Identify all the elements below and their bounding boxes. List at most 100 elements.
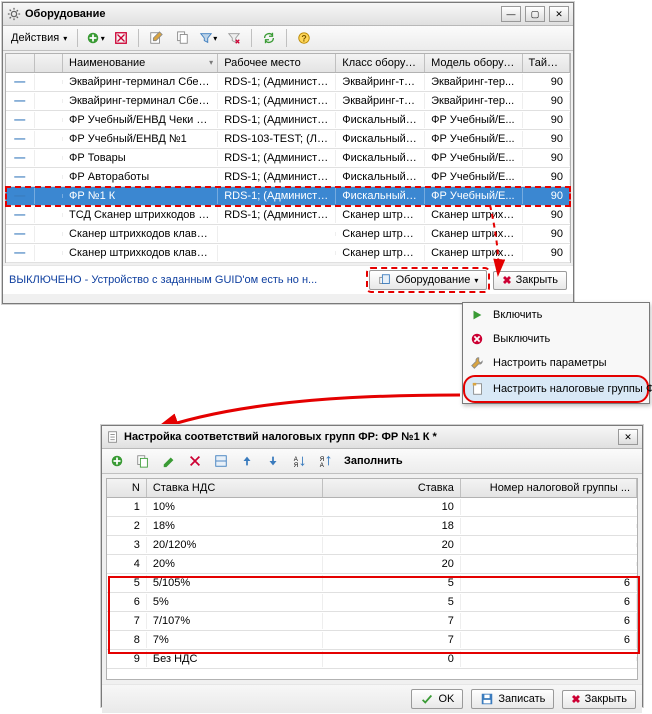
close-button[interactable]: ✕ xyxy=(549,6,569,22)
save-button[interactable]: Записать xyxy=(471,689,554,709)
cell-rate: 0 xyxy=(323,651,461,667)
doc-icon xyxy=(471,381,485,397)
cell-n: 3 xyxy=(107,537,147,553)
maximize-button[interactable]: ▢ xyxy=(525,6,545,22)
cell-timeout: 90 xyxy=(523,74,570,90)
col-nds[interactable]: Ставка НДС xyxy=(147,479,323,497)
table-row[interactable]: —ФР №1 КRDS-1; (Администрат...Фискальный… xyxy=(6,187,570,206)
table-row[interactable]: —ФР Учебный/ЕНВД №1RDS-103-TEST; (Любо..… xyxy=(6,130,570,149)
close-button[interactable]: ✕ xyxy=(618,429,638,445)
table-row[interactable]: 9Без НДС0 xyxy=(107,650,637,669)
cell-name: ФР №1 К xyxy=(63,188,218,204)
actions-menu[interactable]: Действия ▾ xyxy=(7,30,71,46)
cell-name: Эквайринг-терминал Сберба... xyxy=(63,74,218,90)
table-row[interactable]: 87%76 xyxy=(107,631,637,650)
table-row[interactable]: —Эквайринг-терминал Сберба...RDS-1; (Адм… xyxy=(6,73,570,92)
menu-item[interactable]: Включить xyxy=(463,303,649,327)
cell-n: 8 xyxy=(107,632,147,648)
cell-class: Фискальный р... xyxy=(336,188,425,204)
table-row[interactable]: 65%56 xyxy=(107,593,637,612)
cell-class: Фискальный р... xyxy=(336,150,425,166)
add-button[interactable]: ▾ xyxy=(84,27,106,49)
menu-item[interactable]: Настроить налоговые группы ФР xyxy=(463,375,649,403)
move-up-button[interactable] xyxy=(236,450,258,472)
table-row[interactable]: —ФР ТоварыRDS-1; (Администрат...Фискальн… xyxy=(6,149,570,168)
grid-header: Наименование▾ Рабочее место Класс оборуд… xyxy=(6,54,570,73)
ok-button[interactable]: OK xyxy=(411,689,463,709)
cell-rate: 10 xyxy=(323,499,461,515)
cell-place: RDS-1; (Администрат... xyxy=(218,112,336,128)
cell-model: ФР Учебный/Е... xyxy=(425,188,522,204)
menu-item[interactable]: Настроить параметры xyxy=(463,351,649,375)
footer: ВЫКЛЮЧЕНО - Устройство с заданным GUID'о… xyxy=(3,265,573,294)
help-icon[interactable]: ? xyxy=(293,27,315,49)
menu-item-label: Включить xyxy=(493,309,542,321)
col-mark[interactable] xyxy=(35,54,64,72)
col-group[interactable]: Номер налоговой группы ... xyxy=(461,479,637,497)
move-down-button[interactable] xyxy=(262,450,284,472)
col-timeout[interactable]: Тайм... xyxy=(523,54,570,72)
table-row[interactable]: 55/105%56 xyxy=(107,574,637,593)
col-rowicon[interactable] xyxy=(6,54,35,72)
close-footer-button[interactable]: ✖ Закрыть xyxy=(493,271,567,290)
equipment-button[interactable]: Оборудование ▾ xyxy=(369,270,488,290)
delete-row-button[interactable] xyxy=(184,450,206,472)
table-row[interactable]: 320/120%20 xyxy=(107,536,637,555)
copy-icon[interactable] xyxy=(171,27,193,49)
row-flag-icon xyxy=(35,156,64,160)
menu-item[interactable]: Выключить xyxy=(463,327,649,351)
cell-name: ФР Учебный/ЕНВД №1 xyxy=(63,131,218,147)
row-flag-icon xyxy=(35,194,64,198)
titlebar: Настройка соответствий налоговых групп Ф… xyxy=(102,426,642,449)
table-row[interactable]: 77/107%76 xyxy=(107,612,637,631)
svg-text:?: ? xyxy=(302,34,307,44)
minimize-button[interactable]: — xyxy=(501,6,521,22)
cell-model: ФР Учебный/Е... xyxy=(425,150,522,166)
cell-class: Сканер штрихк... xyxy=(336,207,425,223)
col-place[interactable]: Рабочее место xyxy=(218,54,336,72)
table-row[interactable]: 420%20 xyxy=(107,555,637,574)
col-class[interactable]: Класс оборудо... xyxy=(336,54,425,72)
doc-icon xyxy=(106,430,120,444)
cell-rate: 5 xyxy=(323,575,461,591)
col-name[interactable]: Наименование▾ xyxy=(63,54,218,72)
add-row-button[interactable] xyxy=(106,450,128,472)
row-marker-icon: — xyxy=(6,112,35,128)
cell-group: 6 xyxy=(461,613,637,629)
cell-model: ФР Учебный/Е... xyxy=(425,112,522,128)
cell-group xyxy=(461,505,637,509)
table-row[interactable]: —ФР Учебный/ЕНВД Чеки ко...RDS-1; (Админ… xyxy=(6,111,570,130)
cell-name: Сканер штрихкодов клавиату... xyxy=(63,226,218,242)
table-row[interactable]: —ФР АвтоработыRDS-1; (Администрат...Фиск… xyxy=(6,168,570,187)
close-footer-button[interactable]: ✖ Закрыть xyxy=(562,690,636,709)
cell-place: RDS-1; (Администрат... xyxy=(218,93,336,109)
finish-button[interactable] xyxy=(210,450,232,472)
table-row[interactable]: —Эквайринг-терминал Сберба...RDS-1; (Адм… xyxy=(6,92,570,111)
col-model[interactable]: Модель оборуд... xyxy=(425,54,522,72)
edit-icon[interactable] xyxy=(145,27,167,49)
col-rate[interactable]: Ставка xyxy=(323,479,461,497)
fill-button[interactable]: Заполнить xyxy=(340,453,407,469)
copy-row-button[interactable] xyxy=(132,450,154,472)
filter-clear-icon[interactable] xyxy=(223,27,245,49)
cell-name: ТСД Сканер штрихкодов кла... xyxy=(63,207,218,223)
table-row[interactable]: —Сканер штрихкодов клавиату...Сканер штр… xyxy=(6,225,570,244)
table-row[interactable]: 218%18 xyxy=(107,517,637,536)
table-row[interactable]: 110%10 xyxy=(107,498,637,517)
row-flag-icon xyxy=(35,99,64,103)
window-title: Настройка соответствий налоговых групп Ф… xyxy=(124,431,437,443)
table-row[interactable]: —ТСД Сканер штрихкодов кла...RDS-1; (Адм… xyxy=(6,206,570,225)
edit-row-button[interactable] xyxy=(158,450,180,472)
cell-name: Эквайринг-терминал Сберба... xyxy=(63,93,218,109)
delete-button[interactable] xyxy=(110,27,132,49)
table-row[interactable]: —Сканер штрихкодов клавиату...Сканер штр… xyxy=(6,244,570,263)
filter-icon[interactable]: ▾ xyxy=(197,27,219,49)
equipment-menu: Включить ВыключитьНастроить параметрыНаст… xyxy=(462,302,650,404)
refresh-icon[interactable] xyxy=(258,27,280,49)
close-x-icon: ✖ xyxy=(571,693,580,706)
cell-class: Сканер штрихк... xyxy=(336,226,425,242)
sort-asc-button[interactable]: АЯ xyxy=(288,450,310,472)
col-n[interactable]: N xyxy=(107,479,147,497)
cell-place: RDS-1; (Администрат... xyxy=(218,188,336,204)
sort-desc-button[interactable]: ЯА xyxy=(314,450,336,472)
